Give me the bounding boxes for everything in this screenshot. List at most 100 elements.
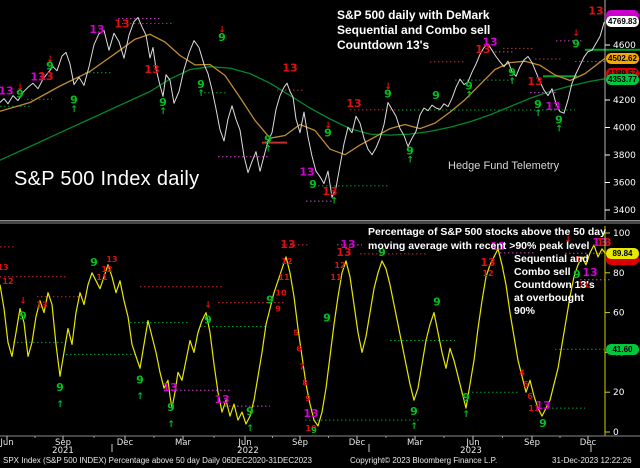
demark-count: 9 <box>462 391 470 404</box>
demark-count: 13 <box>346 97 361 110</box>
demark-count: 11 <box>96 273 108 282</box>
month-label: Dec <box>580 438 597 448</box>
support-level-chip: 41.60 <box>606 344 639 355</box>
demark-count: 9 <box>246 405 254 418</box>
last-price-chip: 4769.83 <box>606 16 639 27</box>
down-arrow-mark: ↓ <box>19 297 27 307</box>
year-label: 2023 <box>460 446 482 456</box>
y-tick-label: 100 <box>613 229 630 239</box>
demark-count: 9 <box>539 417 547 430</box>
y-tick-label: 4000 <box>613 124 636 134</box>
y-tick-label: 3600 <box>613 179 636 189</box>
demark-count: 9 <box>384 88 392 101</box>
demark-count: 13 <box>214 393 229 406</box>
demark-count: 9 <box>275 305 281 314</box>
demark-count: 5 <box>523 380 529 389</box>
demark-count: 7 <box>299 362 305 371</box>
up-arrow-mark: ↑ <box>508 77 516 87</box>
demark-count: 13 <box>303 407 318 420</box>
breadth-note-line-2: moving average with recent >90% peak lev… <box>368 239 606 253</box>
demark-count: 13 <box>89 23 104 36</box>
sequential-note: Sequential and Combo sell Countdown 13's… <box>514 253 598 318</box>
demark-count: 13 <box>340 238 355 251</box>
demark-count: 4 <box>519 368 525 377</box>
up-arrow-mark: ↑ <box>246 424 254 434</box>
demark-count: 6 <box>527 392 533 401</box>
chart-annotation-title: S&P 500 daily with DeMark Sequential and… <box>337 8 490 53</box>
demark-count: 9 <box>56 381 64 394</box>
up-arrow-mark: ↑ <box>465 91 473 101</box>
up-arrow-mark: ↑ <box>330 196 338 206</box>
watermark-label: Hedge Fund Telemetry <box>448 160 559 172</box>
demark-count: 13 <box>535 399 550 412</box>
demark-count: 12 <box>2 277 13 286</box>
up-arrow-mark: ↑ <box>410 422 418 432</box>
title-line-1: S&P 500 daily with DeMark <box>337 8 490 23</box>
demark-count: 9 <box>410 405 418 418</box>
up-arrow-mark: ↑ <box>462 410 470 420</box>
demark-count: 13 <box>480 256 495 269</box>
demark-count: 13 <box>545 100 560 113</box>
demark-count: 11 <box>330 273 342 282</box>
demark-count: 9 <box>16 88 24 101</box>
demark-count: 9 <box>46 59 54 72</box>
demark-count: 6 <box>296 344 302 353</box>
demark-count: 13 <box>282 62 297 75</box>
month-label: Mar <box>407 438 424 448</box>
demark-count: 12 <box>334 261 345 270</box>
month-label: Sep <box>524 438 540 448</box>
up-arrow-mark: ↑ <box>197 89 205 99</box>
demark-count: 9 <box>432 89 440 102</box>
demark-count: 9 <box>204 314 212 327</box>
down-arrow-mark: ↓ <box>204 301 212 311</box>
month-label: Dec <box>117 438 134 448</box>
ma50-value-chip: 4502.62 <box>606 53 639 64</box>
demark-count: 9 <box>90 256 98 269</box>
demark-count: 13 <box>162 381 177 394</box>
demark-count: 13 <box>299 166 314 179</box>
demark-count: 9 <box>309 178 317 191</box>
title-line-3: Countdown 13's <box>337 38 490 53</box>
demark-count: 9 <box>136 373 144 386</box>
demark-count: 13 <box>0 263 9 272</box>
footer-instrument-info: SPX Index (S&P 500 INDEX) Percentage abo… <box>3 456 312 465</box>
demark-count: 13 <box>280 238 295 251</box>
footer-copyright: Copyright© 2023 Bloomberg Finance L.P. <box>350 456 497 465</box>
y-tick-label: 4200 <box>613 96 636 106</box>
demark-count: 13 <box>527 75 542 88</box>
y-tick-label: 3400 <box>613 206 636 216</box>
bloomberg-chart-window: 13↓91313↓99↑1313139↑9↑↓99↑13↓913913↑13↓9… <box>0 0 640 468</box>
demark-count: 13 <box>106 255 117 264</box>
month-label: Mar <box>175 438 192 448</box>
ma200-value-chip: 4353.77 <box>606 74 639 85</box>
breadth-note-line-1: Percentage of S&P 500 stocks above the 5… <box>368 225 606 239</box>
demark-count: 12 <box>281 257 292 266</box>
demark-count: 9 <box>572 38 580 51</box>
up-arrow-mark: ↑ <box>555 125 563 135</box>
demark-count: 11 <box>278 273 290 282</box>
instrument-label: S&P 500 Index daily <box>14 168 199 191</box>
demark-count: 9 <box>266 294 274 307</box>
y-tick-label: 60 <box>613 309 625 319</box>
y-tick-label: 20 <box>613 388 625 398</box>
up-arrow-mark: ↑ <box>534 109 542 119</box>
up-arrow-mark: ↑ <box>264 144 272 154</box>
demark-count: 9 <box>218 31 226 44</box>
breadth-note: Percentage of S&P 500 stocks above the 5… <box>368 225 606 253</box>
y-tick-label: 3800 <box>613 151 636 161</box>
demark-count: 12 <box>101 265 112 274</box>
demark-count: 8 <box>302 378 308 387</box>
demark-count: 12 <box>482 269 493 278</box>
up-arrow-mark: ↑ <box>56 400 64 410</box>
panel-divider[interactable] <box>0 220 640 224</box>
last-value-chip: 89.84 <box>606 248 639 259</box>
demark-count: 13 <box>114 17 129 30</box>
y-tick-label: 80 <box>613 269 625 279</box>
demark-count: 9 <box>19 310 27 323</box>
month-label: Jun <box>0 438 14 448</box>
demark-count: 9 <box>323 312 331 325</box>
demark-count: 5 <box>293 329 299 338</box>
demark-count: 9 <box>305 394 311 403</box>
demark-count: 9 <box>311 426 317 435</box>
demark-count: 9 <box>167 401 175 414</box>
